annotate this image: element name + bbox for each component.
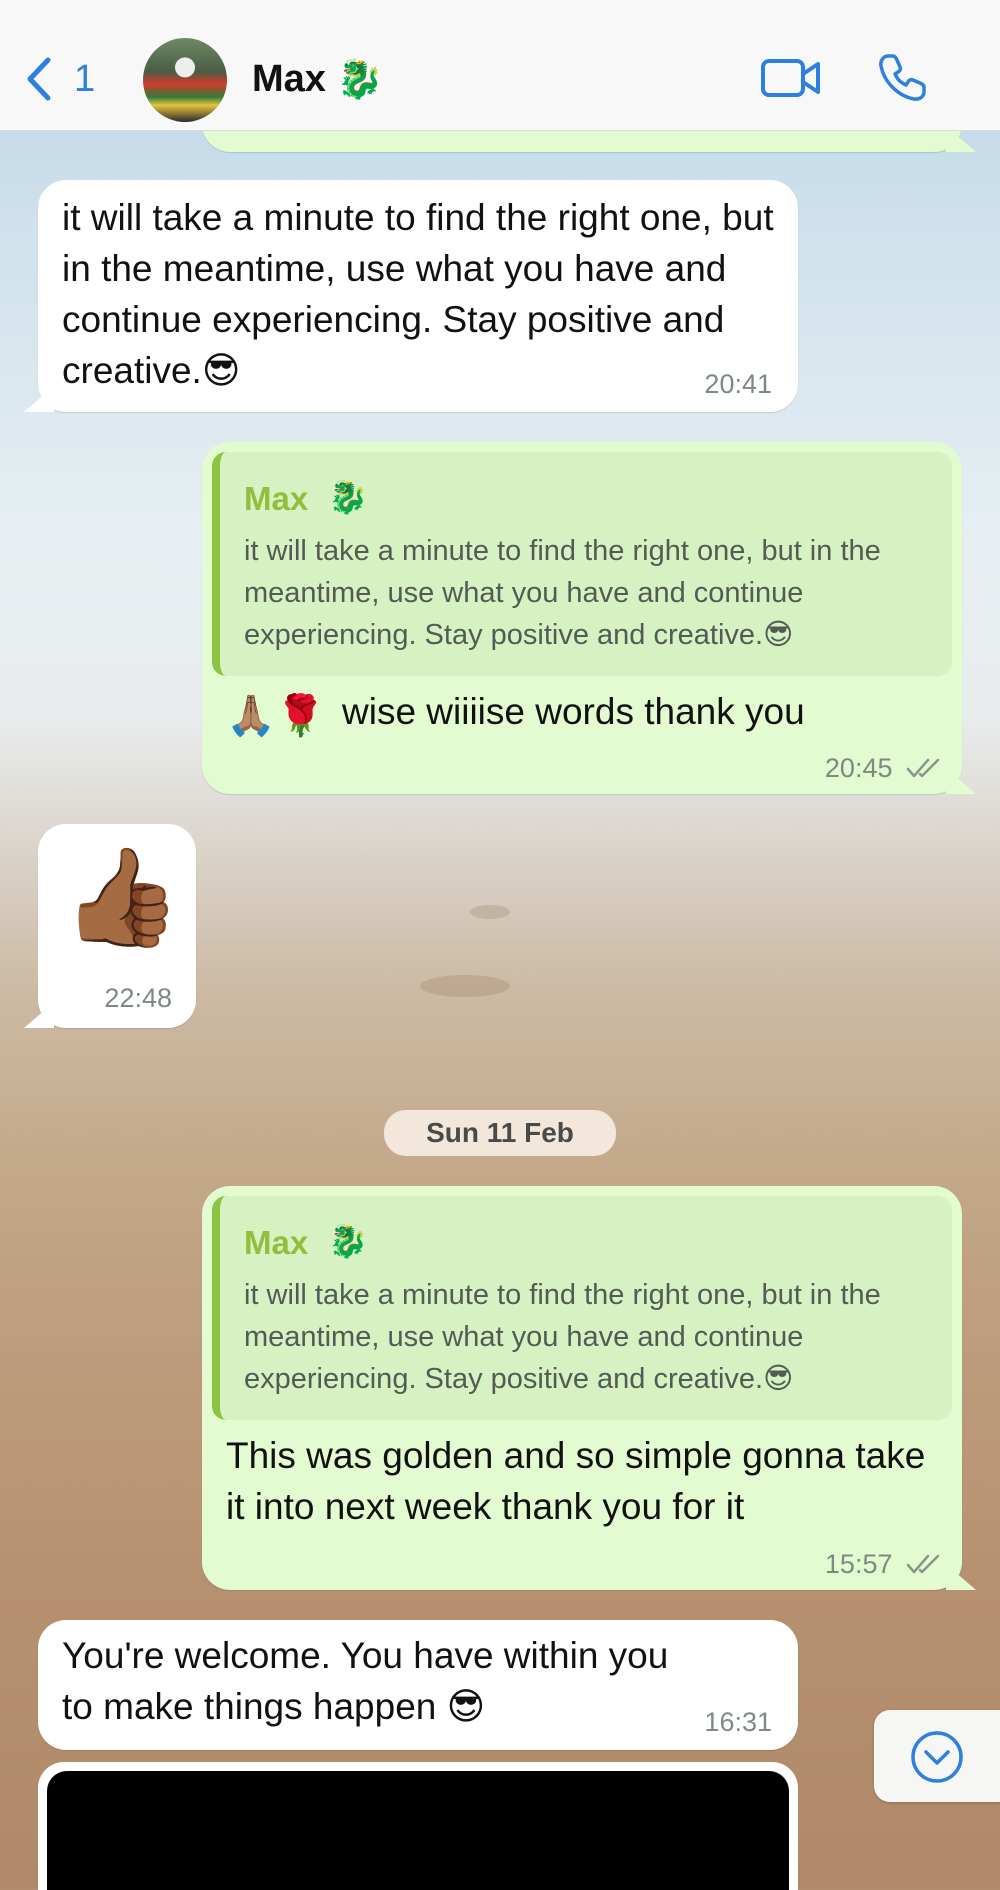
back-button[interactable]: 1 [26, 56, 95, 102]
message-time: 16:31 [704, 1707, 772, 1737]
video-camera-icon[interactable] [760, 56, 822, 100]
avatar[interactable] [143, 38, 227, 122]
message-bubble-outgoing[interactable]: Max 🐉 it will take a minute to find the … [202, 442, 962, 794]
date-separator: Sun 11 Feb [384, 1110, 616, 1156]
quote-author: Max [244, 1224, 309, 1261]
read-receipt-icon [906, 758, 940, 778]
phone-icon[interactable] [876, 52, 928, 104]
message-emoji: 🙏🏽🌹 [226, 694, 326, 738]
chevron-down-circle-icon [911, 1731, 963, 1783]
media-message-bubble[interactable] [38, 1762, 798, 1890]
message-bubble-incoming[interactable]: 👍🏾 22:48 [38, 824, 196, 1028]
quoted-message[interactable]: Max 🐉 it will take a minute to find the … [212, 452, 952, 676]
contact-emoji: 🐉 [336, 59, 384, 101]
message-time: 22:48 [104, 983, 172, 1013]
message-time: 15:57 [825, 1549, 940, 1580]
quote-author: Max [244, 480, 309, 517]
message-time: 20:41 [704, 369, 772, 399]
message-bubble-incoming[interactable]: it will take a minute to find the right … [38, 180, 798, 412]
scroll-to-bottom-button[interactable] [874, 1710, 1000, 1802]
quote-text: it will take a minute to find the right … [244, 535, 881, 651]
thumbs-up-emoji: 👍🏾 [62, 844, 182, 951]
message-text: You're welcome. You have within you to m… [62, 1635, 669, 1727]
media-thumbnail[interactable] [47, 1771, 789, 1890]
contact-name[interactable]: Max [252, 58, 326, 101]
unread-count: 1 [74, 57, 96, 100]
message-text: wise wiiiise words thank you [342, 691, 805, 732]
message-bubble-incoming[interactable]: You're welcome. You have within you to m… [38, 1620, 798, 1750]
message-time-label: 20:45 [824, 753, 893, 783]
message-text: This was golden and so simple gonna take… [226, 1435, 926, 1527]
quoted-message[interactable]: Max 🐉 it will take a minute to find the … [212, 1196, 952, 1420]
message-text: it will take a minute to find the right … [62, 197, 774, 391]
beach-background [420, 975, 510, 997]
message-time: 20:45 [825, 753, 940, 784]
quote-text: it will take a minute to find the right … [244, 1279, 881, 1395]
read-receipt-icon [906, 1554, 940, 1574]
message-time-label: 15:57 [824, 1549, 893, 1579]
quote-author-emoji: 🐉 [328, 1223, 368, 1259]
beach-background-ripple [470, 905, 510, 919]
chevron-left-icon [27, 57, 51, 101]
chat-header: 1 Max 🐉 [0, 0, 1000, 131]
quote-author-emoji: 🐉 [328, 479, 368, 515]
message-bubble-outgoing[interactable]: Max 🐉 it will take a minute to find the … [202, 1186, 962, 1590]
